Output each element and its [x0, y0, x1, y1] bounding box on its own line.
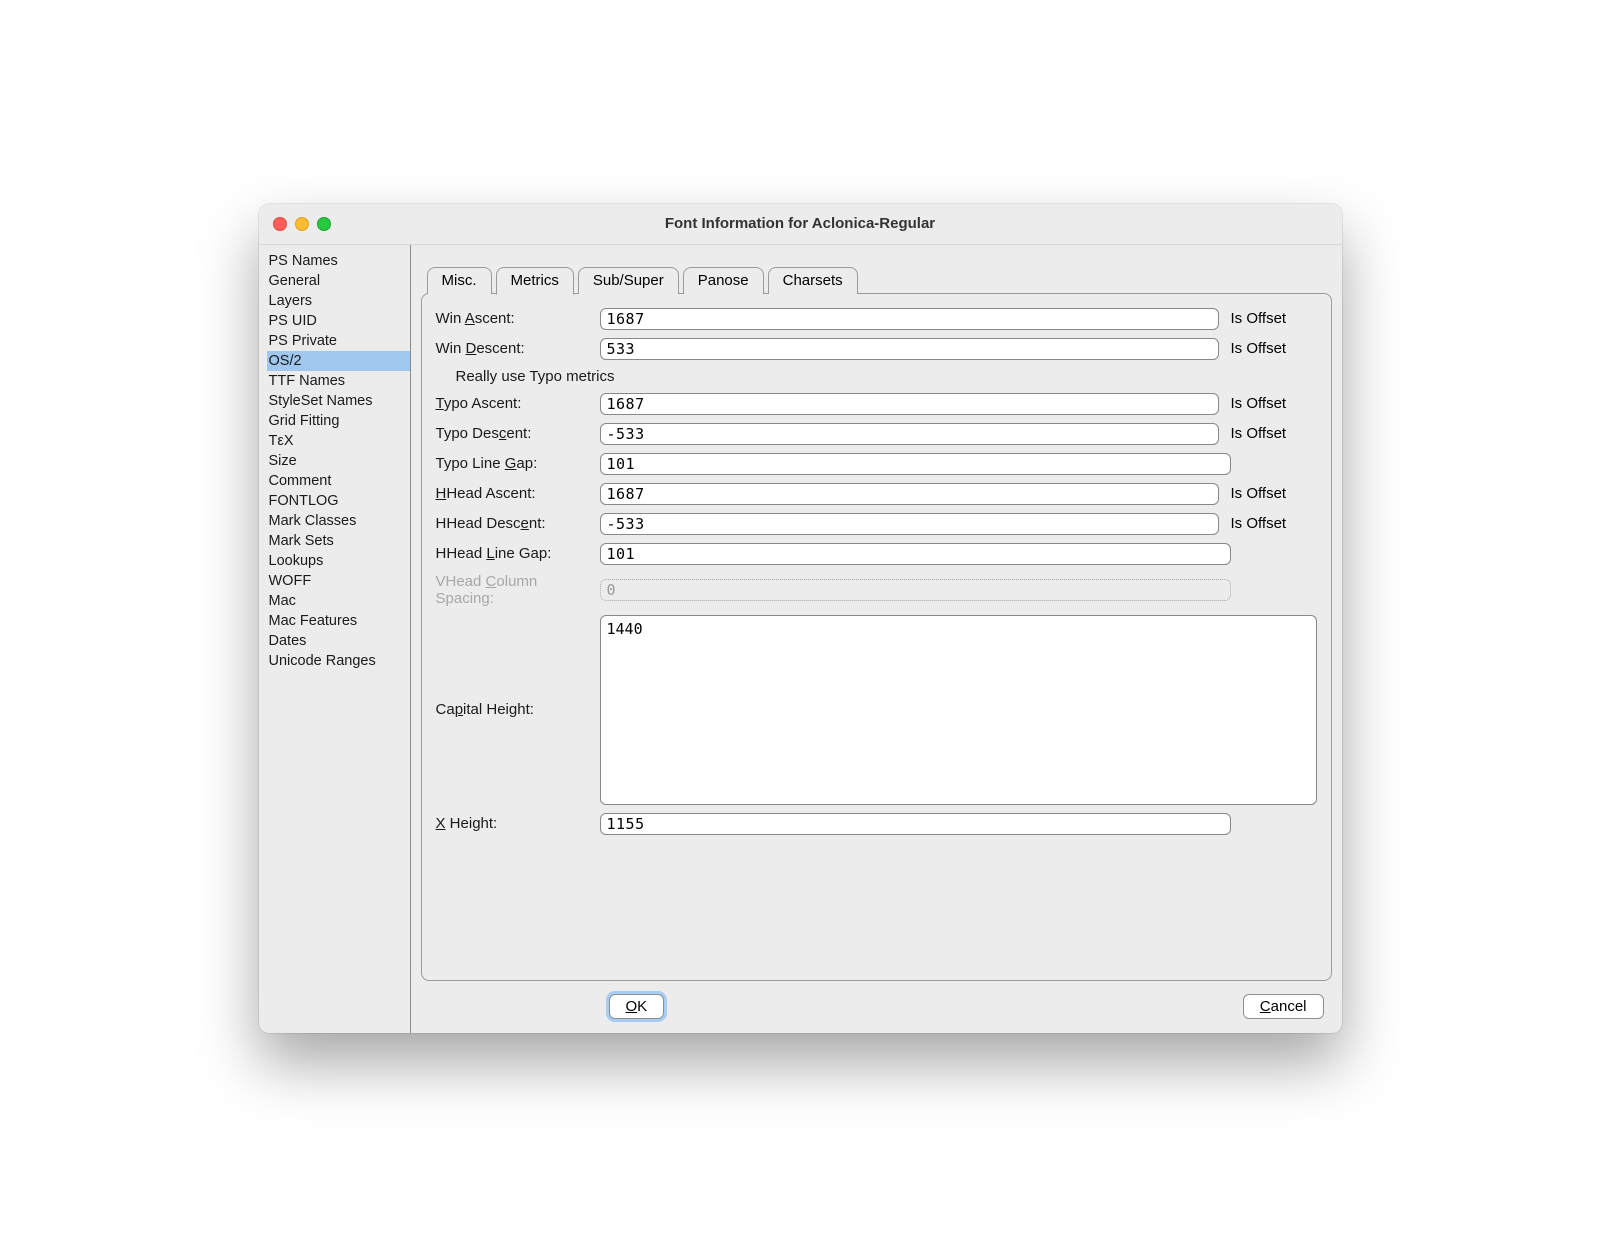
sidebar-item-layers[interactable]: Layers [267, 291, 410, 311]
sidebar: PS NamesGeneralLayersPS UIDPS PrivateOS/… [259, 245, 411, 1033]
cancel-button[interactable]: CancelCancel [1243, 994, 1324, 1019]
sidebar-item-ps-private[interactable]: PS Private [267, 331, 410, 351]
dialog-footer: OOKK CancelCancel [411, 981, 1342, 1033]
typo-line-gap-input[interactable] [600, 453, 1231, 475]
typo-descent-offset-label[interactable]: Is Offset [1219, 425, 1317, 442]
x-height-input[interactable] [600, 813, 1231, 835]
sidebar-item-unicode-ranges[interactable]: Unicode Ranges [267, 651, 410, 671]
sidebar-item-mark-sets[interactable]: Mark Sets [267, 531, 410, 551]
tab-metrics[interactable]: Metrics [496, 267, 574, 295]
sidebar-item-ttf-names[interactable]: TTF Names [267, 371, 410, 391]
x-height-label: X Height: [436, 815, 600, 832]
vhead-col-spacing-input [600, 579, 1231, 601]
win-ascent-label: Win Ascent: [436, 310, 600, 327]
sidebar-item-dates[interactable]: Dates [267, 631, 410, 651]
sidebar-item-ps-uid[interactable]: PS UID [267, 311, 410, 331]
window-title: Font Information for Aclonica-Regular [259, 215, 1342, 232]
hhead-descent-input[interactable] [600, 513, 1219, 535]
font-info-window: Font Information for Aclonica-Regular PS… [259, 204, 1342, 1033]
win-descent-label: Win Descent: [436, 340, 600, 357]
sidebar-item-mac[interactable]: Mac [267, 591, 410, 611]
hhead-ascent-offset-label[interactable]: Is Offset [1219, 485, 1317, 502]
sidebar-item-size[interactable]: Size [267, 451, 410, 471]
typo-ascent-input[interactable] [600, 393, 1219, 415]
win-descent-offset-label[interactable]: Is Offset [1219, 340, 1317, 357]
ok-button[interactable]: OOKK [609, 994, 665, 1019]
sidebar-item-mac-features[interactable]: Mac Features [267, 611, 410, 631]
sidebar-item-styleset-names[interactable]: StyleSet Names [267, 391, 410, 411]
sidebar-item-fontlog[interactable]: FONTLOG [267, 491, 410, 511]
typo-descent-label: Typo Descent: [436, 425, 600, 442]
tab-charsets[interactable]: Charsets [768, 267, 858, 294]
hhead-descent-offset-label[interactable]: Is Offset [1219, 515, 1317, 532]
win-ascent-offset-label[interactable]: Is Offset [1219, 310, 1317, 327]
sidebar-item-ps-names[interactable]: PS Names [267, 251, 410, 271]
sidebar-item-mark-classes[interactable]: Mark Classes [267, 511, 410, 531]
sidebar-item-grid-fitting[interactable]: Grid Fitting [267, 411, 410, 431]
typo-ascent-label: Typo Ascent: [436, 395, 600, 412]
sidebar-item-os-2[interactable]: OS/2 [267, 351, 410, 371]
sidebar-item-woff[interactable]: WOFF [267, 571, 410, 591]
sidebar-item-t-x[interactable]: TεX [267, 431, 410, 451]
sidebar-item-general[interactable]: General [267, 271, 410, 291]
typo-line-gap-label: Typo Line Gap: [436, 455, 600, 472]
vhead-col-spacing-label: VHead Column Spacing: [436, 573, 600, 607]
hhead-descent-label: HHead Descent: [436, 515, 600, 532]
win-descent-input[interactable] [600, 338, 1219, 360]
tab-bar: Misc.MetricsSub/SuperPanoseCharsets [411, 245, 1342, 293]
hhead-ascent-input[interactable] [600, 483, 1219, 505]
sidebar-item-lookups[interactable]: Lookups [267, 551, 410, 571]
capital-height-input[interactable] [600, 615, 1317, 805]
titlebar: Font Information for Aclonica-Regular [259, 204, 1342, 245]
typo-ascent-offset-label[interactable]: Is Offset [1219, 395, 1317, 412]
hhead-line-gap-input[interactable] [600, 543, 1231, 565]
tab-panose[interactable]: Panose [683, 267, 764, 294]
hhead-line-gap-label: HHead Line Gap: [436, 545, 600, 562]
capital-height-label: Capital Height: [436, 701, 600, 718]
hhead-ascent-label: HHead Ascent: [436, 485, 600, 502]
tab-sub-super[interactable]: Sub/Super [578, 267, 679, 294]
sidebar-item-comment[interactable]: Comment [267, 471, 410, 491]
metrics-panel: Win Ascent: Is Offset Win Descent: Is Of… [421, 293, 1332, 981]
really-use-typo-checkbox[interactable]: Really use Typo metrics [436, 368, 615, 385]
win-ascent-input[interactable] [600, 308, 1219, 330]
typo-descent-input[interactable] [600, 423, 1219, 445]
tab-misc-[interactable]: Misc. [427, 267, 492, 294]
